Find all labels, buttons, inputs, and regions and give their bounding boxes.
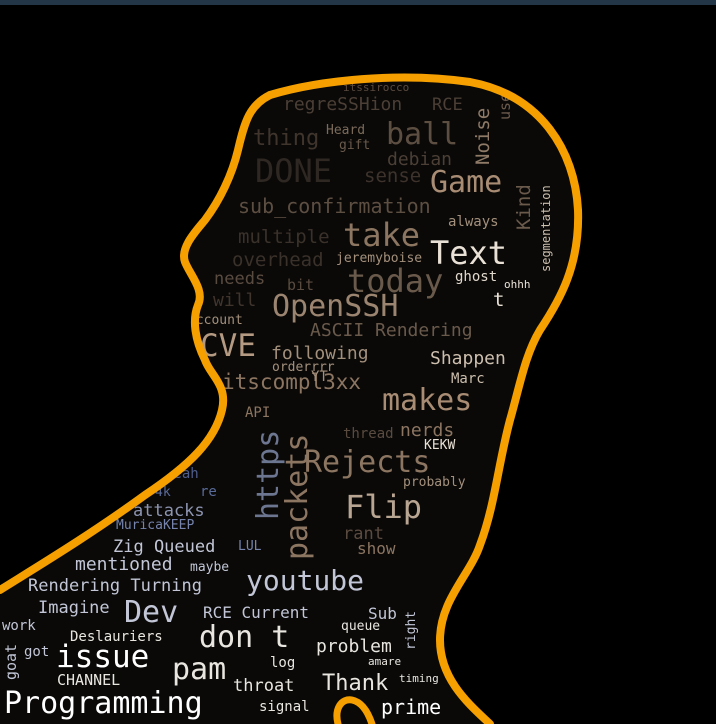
word: Imagine [38,598,110,618]
word: problem [316,636,392,657]
word: t [493,289,504,311]
word: Heard [326,123,365,138]
word: don t [199,620,289,655]
word: Flip [345,488,422,526]
word: will [213,290,256,311]
word: Shappen [430,348,506,369]
word: re [200,484,217,500]
word: goat [2,644,20,680]
word: sense [364,165,421,187]
word: Noise [472,108,494,165]
word: makes [382,383,472,418]
word: Kind [513,184,535,230]
word: multiple [238,226,330,248]
word: RCE [432,95,463,115]
word: YT [311,369,328,385]
word: youtube [246,564,364,597]
word: throat [233,676,294,696]
word: ghost [455,269,497,285]
word: thing [253,126,319,151]
word: Rendering Turning [28,576,202,596]
word: regreSSHion [283,94,402,115]
word: Programming [4,686,203,721]
word: issue [56,639,149,675]
word: amare [368,655,401,668]
word: mentioned [75,554,173,575]
word: ohhh [504,278,531,291]
word: MuricaKEEP [116,518,194,533]
word: Game [430,165,502,200]
word: Dev [124,595,178,630]
word: gift [339,138,370,153]
word-cloud: itssirocco regreSSHion RCE use ball thin… [0,77,579,724]
word: needs [214,269,265,289]
word: segmentation [539,185,553,272]
word: queue [341,619,380,634]
word: API [245,405,270,421]
word: LUL [238,539,262,554]
word: log [270,655,295,671]
word: sub_confirmation [238,194,431,218]
word: packets [280,434,315,560]
word: got [24,644,49,660]
head-silhouette-word-cloud: itssirocco regreSSHion RCE use ball thin… [0,73,583,724]
word: work [2,618,36,634]
word: overhead [232,249,324,271]
word: DONE [255,152,332,190]
word: signal [259,699,310,715]
word: show [357,539,396,558]
word: thread [343,426,394,442]
word: pam [172,652,226,687]
word: take [343,216,420,254]
word: Thank [322,671,388,696]
word: ball [386,117,458,152]
word: OpenSSH [272,289,398,324]
word: prime [381,695,441,719]
word: itscompl3xx [222,370,361,394]
word: always [448,214,499,230]
word: right [404,611,419,650]
word: ASCII Rendering [310,320,473,341]
word: maybe [190,560,229,575]
word: timing [399,672,439,685]
